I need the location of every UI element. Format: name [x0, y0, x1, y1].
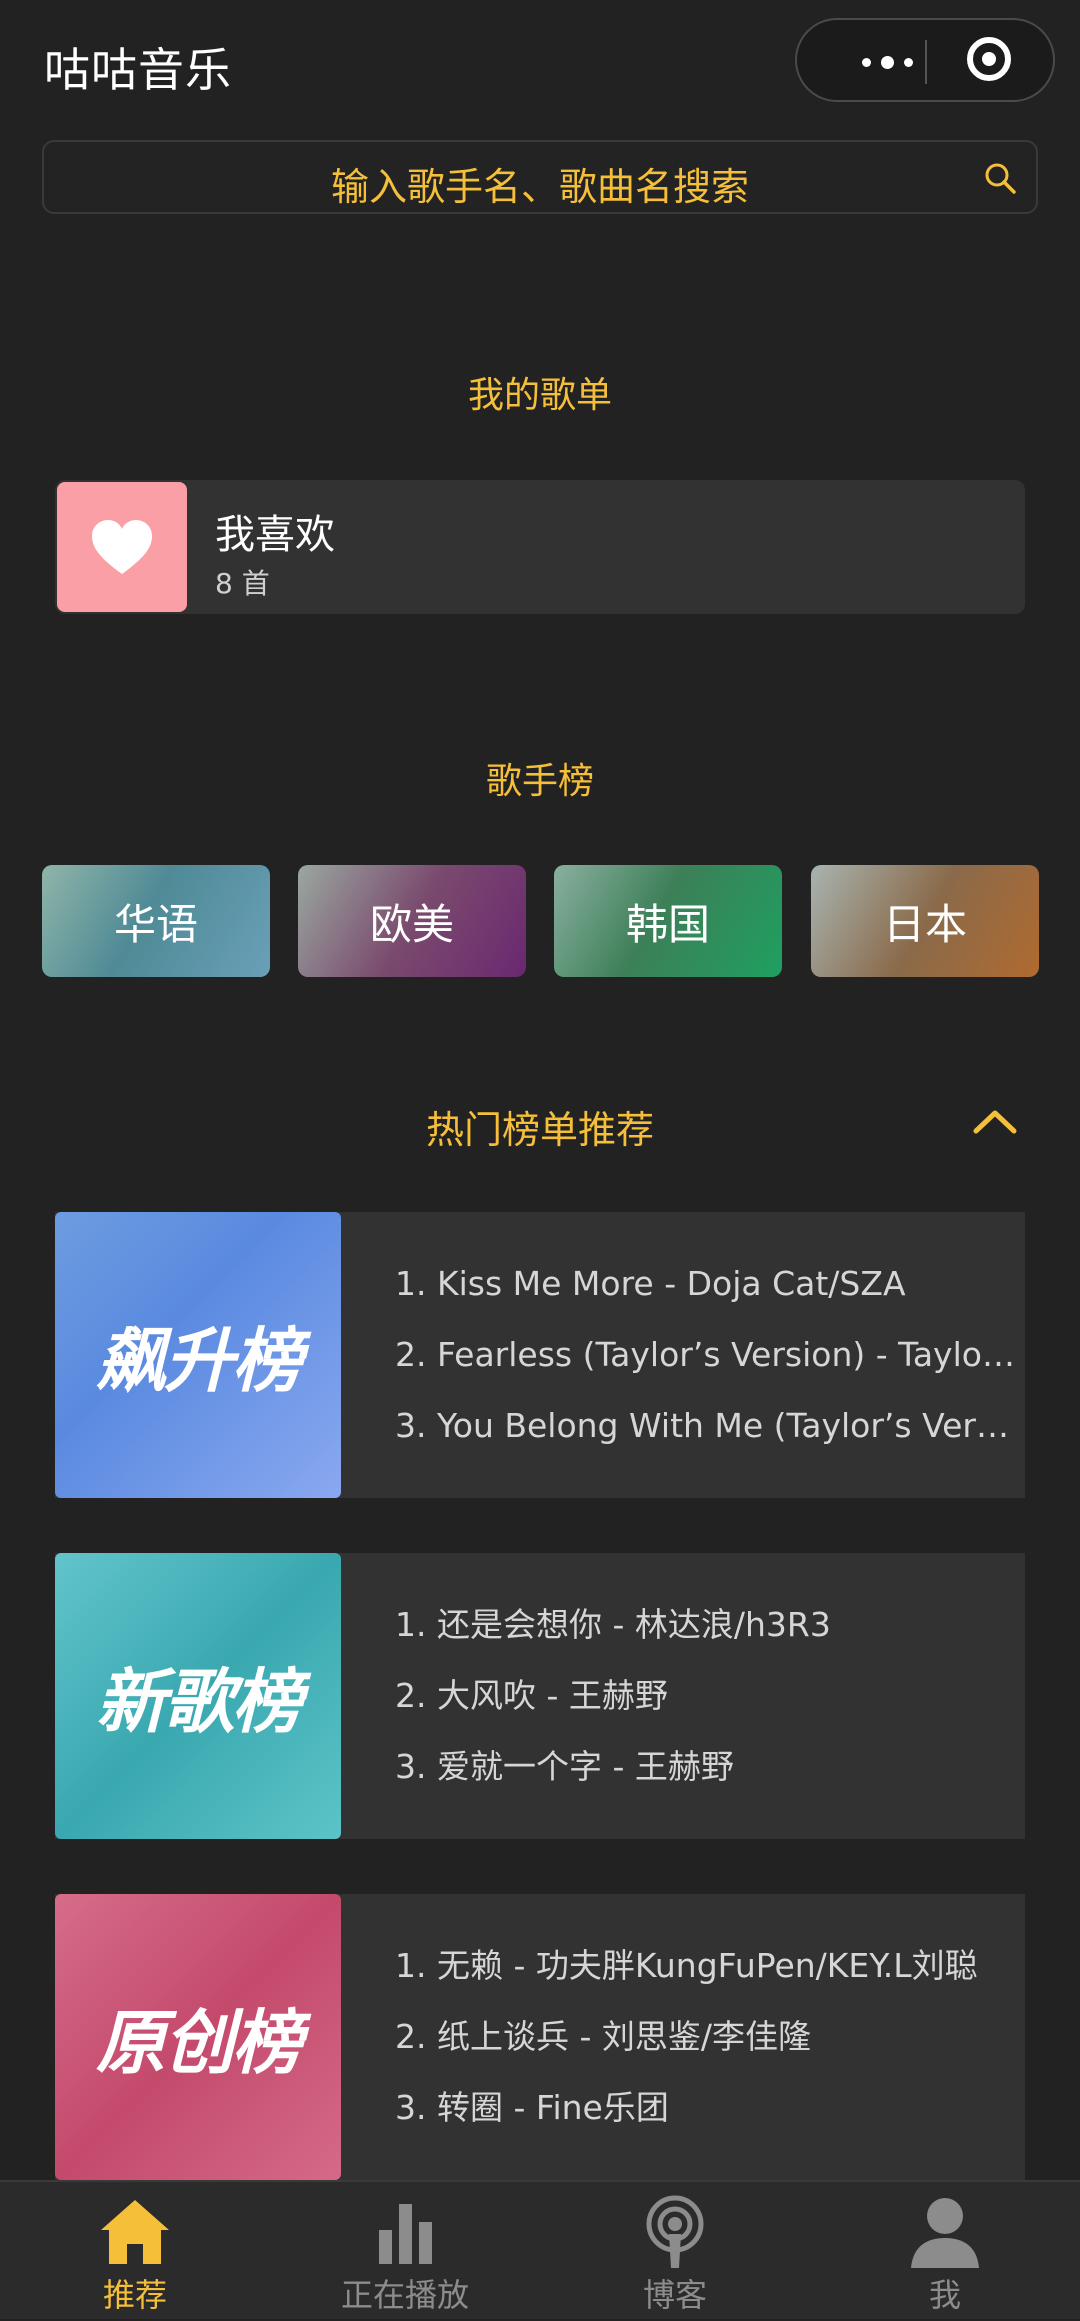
mini-program-capsule: [795, 18, 1055, 102]
more-dots-icon-center: [880, 55, 894, 69]
tab-blog[interactable]: 博客: [540, 2182, 810, 2321]
chart-song: 2. Fearless (Taylor’s Version) - Taylor …: [395, 1335, 1015, 1374]
region-button-chinese[interactable]: 华语: [42, 865, 270, 977]
home-icon: [101, 2200, 169, 2264]
more-dots-icon-right: [903, 57, 913, 67]
chart-song-list: 1. 无赖 - 功夫胖KungFuPen/KEY.L刘聪 2. 纸上谈兵 - 刘…: [395, 1944, 1015, 2157]
podcast-icon: [646, 2195, 704, 2268]
tab-now-playing[interactable]: 正在播放: [270, 2182, 540, 2321]
chart-song: 1. 还是会想你 - 林达浪/h3R3: [395, 1605, 831, 1644]
tab-label: 推荐: [102, 2276, 167, 2314]
region-button-western[interactable]: 欧美: [298, 865, 526, 977]
bottom-tab-bar: 推荐 正在播放 博客 我: [0, 2180, 1080, 2319]
chart-song: 2. 纸上谈兵 - 刘思鉴/李佳隆: [395, 2017, 811, 2056]
playlist-item-favorites[interactable]: 我喜欢 8 首: [55, 480, 1025, 614]
chart-song: 1. 无赖 - 功夫胖KungFuPen/KEY.L刘聪: [395, 1946, 978, 1985]
chart-song: 2. 大风吹 - 王赫野: [395, 1676, 668, 1715]
tab-recommend[interactable]: 推荐: [0, 2182, 270, 2321]
my-playlists-title: 我的歌单: [467, 375, 612, 416]
hot-charts-title: 热门榜单推荐: [425, 1108, 654, 1152]
playlist-name: 我喜欢: [215, 512, 335, 558]
singer-ranking-title: 歌手榜: [485, 761, 594, 802]
chart-card-soaring[interactable]: 飙升榜 1. Kiss Me More - Doja Cat/SZA 2. Fe…: [55, 1212, 1025, 1498]
tab-label: 我: [928, 2276, 961, 2314]
capsule-divider: [925, 40, 927, 84]
region-button-korean[interactable]: 韩国: [554, 865, 782, 977]
playlist-count: 8 首: [215, 567, 270, 600]
search-placeholder: 输入歌手名、歌曲名搜索: [330, 165, 749, 209]
chart-song: 1. Kiss Me More - Doja Cat/SZA: [395, 1264, 906, 1303]
chart-song: 3. 转圈 - Fine乐团: [395, 2088, 669, 2127]
tab-label: 博客: [642, 2276, 707, 2314]
tab-label: 正在播放: [340, 2276, 469, 2314]
search-icon[interactable]: [982, 160, 1018, 196]
chart-song-list: 1. Kiss Me More - Doja Cat/SZA 2. Fearle…: [395, 1262, 1015, 1475]
more-dots-icon: [861, 57, 871, 67]
chart-card-original[interactable]: 原创榜 1. 无赖 - 功夫胖KungFuPen/KEY.L刘聪 2. 纸上谈兵…: [55, 1894, 1025, 2180]
chart-cover-original: 原创榜: [55, 1894, 341, 2180]
chevron-up-icon[interactable]: [970, 1103, 1020, 1139]
singer-region-row: 华语 欧美 韩国 日本: [42, 865, 1040, 977]
close-target-icon[interactable]: [967, 37, 1011, 81]
bars-icon: [379, 2204, 432, 2264]
tab-me[interactable]: 我: [810, 2182, 1080, 2321]
chart-song-list: 1. 还是会想你 - 林达浪/h3R3 2. 大风吹 - 王赫野 3. 爱就一个…: [395, 1603, 1015, 1816]
more-menu-button[interactable]: [837, 44, 937, 80]
chart-song: 3. You Belong With Me (Taylor’s Version)…: [395, 1406, 1015, 1445]
region-button-japanese[interactable]: 日本: [811, 865, 1039, 977]
favorites-cover: [57, 482, 187, 612]
heart-icon: [92, 520, 152, 574]
chart-song: 3. 爱就一个字 - 王赫野: [395, 1747, 734, 1786]
chart-card-new[interactable]: 新歌榜 1. 还是会想你 - 林达浪/h3R3 2. 大风吹 - 王赫野 3. …: [55, 1553, 1025, 1839]
hot-charts-header: 热门榜单推荐: [0, 1095, 1080, 1155]
user-icon: [911, 2198, 979, 2268]
chart-cover-soaring: 飙升榜: [55, 1212, 341, 1498]
app-title: 咕咕音乐: [44, 43, 232, 97]
search-bar[interactable]: 输入歌手名、歌曲名搜索: [42, 140, 1038, 214]
chart-cover-new: 新歌榜: [55, 1553, 341, 1839]
